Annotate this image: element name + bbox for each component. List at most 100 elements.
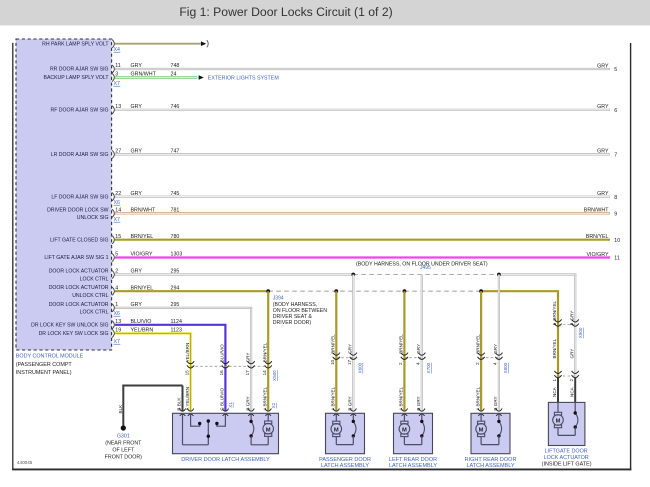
svg-text:LIFTGATE DOOR: LIFTGATE DOOR bbox=[545, 449, 588, 455]
svg-text:DRIVER DOOR LOCK SW: DRIVER DOOR LOCK SW bbox=[47, 207, 109, 213]
svg-text:(INSIDE LIFT GATE): (INSIDE LIFT GATE) bbox=[542, 461, 592, 467]
svg-text:M: M bbox=[556, 419, 561, 425]
svg-text:14: 14 bbox=[262, 370, 267, 376]
svg-text:OF LEFT: OF LEFT bbox=[112, 448, 135, 454]
svg-text:G301: G301 bbox=[117, 433, 130, 439]
svg-text:BACKUP LAMP SPLY VOLT: BACKUP LAMP SPLY VOLT bbox=[44, 75, 110, 81]
svg-text:(BODY HARNESS,: (BODY HARNESS, bbox=[273, 302, 317, 308]
svg-text:DOOR LOCK ACTUATOR: DOOR LOCK ACTUATOR bbox=[49, 269, 109, 275]
svg-text:B BLK: B BLK bbox=[177, 397, 182, 411]
svg-text:M: M bbox=[479, 428, 484, 434]
svg-text:M: M bbox=[334, 428, 339, 434]
svg-text:(PASSENGER COMPT: (PASSENGER COMPT bbox=[16, 362, 73, 368]
svg-text:GRY: GRY bbox=[569, 349, 574, 359]
svg-text:VIO/GRY: VIO/GRY bbox=[587, 252, 609, 258]
svg-text:GRY: GRY bbox=[597, 104, 609, 110]
svg-text:NCA: NCA bbox=[552, 386, 557, 397]
svg-text:LATCH ASSEMBLY: LATCH ASSEMBLY bbox=[389, 463, 437, 469]
svg-text:DR LOCK KEY SW UNLOCK SIG: DR LOCK KEY SW UNLOCK SIG bbox=[31, 322, 108, 328]
svg-text:BLU/VIO: BLU/VIO bbox=[220, 344, 225, 363]
svg-text:Fig 1: Power Door Locks Circui: Fig 1: Power Door Locks Circuit (1 of 2) bbox=[179, 5, 392, 19]
svg-text:RR DOOR AJAR SW SIG: RR DOOR AJAR SW SIG bbox=[50, 67, 109, 73]
svg-text:B GRY: B GRY bbox=[245, 396, 250, 410]
svg-text:4: 4 bbox=[493, 362, 498, 365]
svg-text:BRN/YEL: BRN/YEL bbox=[399, 334, 404, 354]
svg-text:B GRY: B GRY bbox=[348, 396, 353, 410]
svg-text:RH PARK LAMP SPLY VOLT: RH PARK LAMP SPLY VOLT bbox=[42, 41, 109, 47]
svg-text:UNLOCK CTRL: UNLOCK CTRL bbox=[72, 293, 108, 299]
svg-text:LATCH ASSEMBLY: LATCH ASSEMBLY bbox=[466, 463, 514, 469]
svg-text:RF DOOR AJAR SW SIG: RF DOOR AJAR SW SIG bbox=[51, 107, 109, 113]
svg-text:X800: X800 bbox=[503, 362, 508, 373]
svg-text:17: 17 bbox=[347, 359, 352, 365]
svg-text:EXTERIOR LIGHTS SYSTEM: EXTERIOR LIGHTS SYSTEM bbox=[208, 75, 279, 81]
svg-text:4: 4 bbox=[416, 362, 421, 365]
svg-text:11: 11 bbox=[614, 256, 620, 262]
svg-text:BRN/YEL: BRN/YEL bbox=[331, 334, 336, 354]
svg-text:A BRN/YEL: A BRN/YEL bbox=[331, 386, 336, 410]
svg-text:X600: X600 bbox=[358, 362, 363, 373]
svg-text:C BLU/VIO: C BLU/VIO bbox=[220, 387, 225, 410]
svg-text:BRN/WHT: BRN/WHT bbox=[584, 208, 609, 214]
svg-text:LIFT GATE AJAR SW SIG 1: LIFT GATE AJAR SW SIG 1 bbox=[44, 255, 108, 261]
svg-text:DR LOCK KEY SW LOCK SIG: DR LOCK KEY SW LOCK SIG bbox=[39, 331, 109, 337]
svg-text:LATCH ASSEMBLY: LATCH ASSEMBLY bbox=[321, 463, 369, 469]
svg-text:X2: X2 bbox=[271, 402, 276, 408]
svg-text:DRIVER DOOR LATCH ASSEMBLY: DRIVER DOOR LATCH ASSEMBLY bbox=[181, 457, 270, 463]
svg-text:5: 5 bbox=[569, 322, 574, 325]
svg-text:BRN/YEL: BRN/YEL bbox=[552, 338, 557, 358]
svg-text:ON FLOOR BETWEEN: ON FLOOR BETWEEN bbox=[273, 308, 327, 314]
svg-text:X500: X500 bbox=[272, 370, 277, 381]
svg-text:1: 1 bbox=[552, 379, 557, 382]
svg-text:X1: X1 bbox=[228, 402, 233, 408]
svg-text:DOOR LOCK ACTUATOR: DOOR LOCK ACTUATOR bbox=[49, 285, 109, 291]
svg-text:BLK: BLK bbox=[118, 404, 123, 414]
svg-text:BRN/YEL: BRN/YEL bbox=[475, 334, 480, 354]
svg-text:2: 2 bbox=[475, 362, 480, 365]
svg-text:6: 6 bbox=[552, 322, 557, 325]
svg-text:6: 6 bbox=[614, 108, 617, 114]
svg-text:UNLOCK SIG: UNLOCK SIG bbox=[77, 215, 109, 221]
svg-text:BRN/YEL: BRN/YEL bbox=[586, 234, 609, 240]
svg-text:LOCK CTRL: LOCK CTRL bbox=[80, 276, 109, 282]
svg-text:BRN/YEL: BRN/YEL bbox=[552, 300, 557, 320]
svg-text:9: 9 bbox=[614, 212, 617, 218]
svg-text:10: 10 bbox=[330, 359, 335, 365]
svg-text:INSTRUMENT PANEL): INSTRUMENT PANEL) bbox=[16, 370, 72, 376]
svg-text:BODY CONTROL MODULE: BODY CONTROL MODULE bbox=[16, 354, 84, 360]
svg-text:BRN/YEL: BRN/YEL bbox=[262, 342, 267, 362]
svg-text:2: 2 bbox=[398, 362, 403, 365]
svg-text:LIFT GATE CLOSED SIG: LIFT GATE CLOSED SIG bbox=[50, 237, 108, 243]
svg-text:A BRN/YEL: A BRN/YEL bbox=[399, 386, 404, 410]
svg-text:B GRY: B GRY bbox=[493, 396, 498, 410]
svg-text:J394: J394 bbox=[273, 295, 284, 301]
svg-text:GRY: GRY bbox=[493, 344, 498, 354]
svg-text:M: M bbox=[402, 428, 407, 434]
svg-text:GRY: GRY bbox=[597, 191, 609, 197]
svg-text:GRY: GRY bbox=[245, 353, 250, 363]
svg-text:2: 2 bbox=[569, 379, 574, 382]
svg-text:X700: X700 bbox=[426, 362, 431, 373]
svg-text:M: M bbox=[266, 427, 271, 433]
svg-text:GRY: GRY bbox=[348, 344, 353, 354]
svg-text:DOOR LOCK ACTUATOR: DOOR LOCK ACTUATOR bbox=[49, 302, 109, 308]
svg-text:8: 8 bbox=[614, 195, 617, 201]
svg-text:FRONT DOOR): FRONT DOOR) bbox=[105, 455, 143, 461]
svg-text:16: 16 bbox=[219, 370, 224, 376]
svg-text:LOCK ACTUATOR: LOCK ACTUATOR bbox=[544, 455, 589, 461]
svg-text:B GRY: B GRY bbox=[416, 396, 421, 410]
svg-text:A YEL/BRN: A YEL/BRN bbox=[185, 387, 190, 411]
svg-text:LF DOOR AJAR SW SIG: LF DOOR AJAR SW SIG bbox=[51, 194, 108, 200]
svg-text:5: 5 bbox=[614, 67, 617, 73]
svg-text:GRY: GRY bbox=[597, 63, 609, 69]
svg-text:17: 17 bbox=[245, 370, 250, 376]
svg-text:YEL/BRN: YEL/BRN bbox=[185, 343, 190, 363]
svg-text:GRY: GRY bbox=[569, 311, 574, 321]
svg-text:J495: J495 bbox=[420, 265, 431, 271]
svg-text:A BRN/YEL: A BRN/YEL bbox=[475, 386, 480, 410]
svg-text:GRY: GRY bbox=[597, 149, 609, 155]
svg-text:LOCK CTRL: LOCK CTRL bbox=[80, 310, 109, 316]
svg-text:X900: X900 bbox=[578, 327, 583, 338]
svg-text:15: 15 bbox=[184, 370, 189, 376]
svg-text:LR DOOR AJAR SW SIG: LR DOOR AJAR SW SIG bbox=[51, 152, 109, 158]
